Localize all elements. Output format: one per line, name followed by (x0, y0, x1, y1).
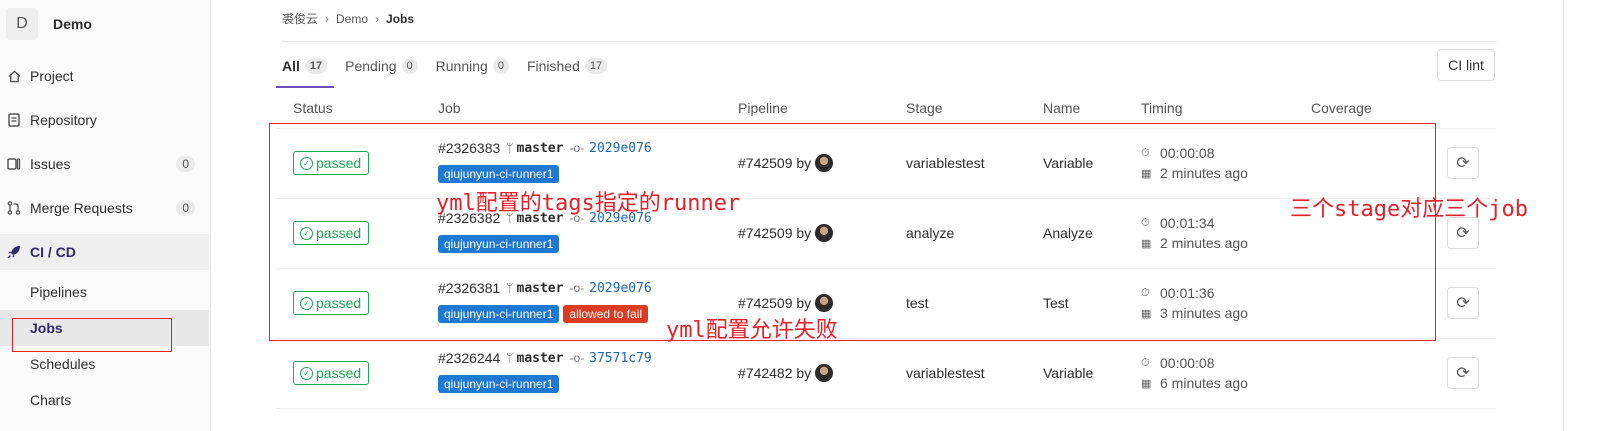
breadcrumb: 裘俊云 › Demo › Jobs (282, 10, 414, 27)
job-info: #2326244 ᛘ master -o- 37571c79 (438, 350, 652, 366)
calendar-icon: ▦ (1141, 377, 1152, 390)
job-id-link[interactable]: #2326244 (438, 350, 500, 366)
chevron-right-icon: › (325, 11, 330, 26)
column-header-job: Job (438, 100, 461, 116)
project-header[interactable]: D Demo (6, 6, 92, 42)
tab-running[interactable]: Running 0 (436, 48, 509, 84)
sidebar-item-project[interactable]: Project (0, 58, 209, 94)
commit-icon: -o- (569, 351, 585, 365)
stopwatch-icon: ⏱ (1141, 356, 1150, 369)
runner-tag: qiujunyun-ci-runner1 (438, 375, 560, 393)
project-avatar: D (6, 8, 38, 40)
row-divider (276, 408, 1496, 409)
job-timing: ⏱ 00:00:08 ▦ 6 minutes ago (1141, 353, 1248, 393)
annotation-box-jobs-nav (12, 318, 172, 352)
home-icon (7, 69, 21, 83)
ci-lint-button[interactable]: CI lint (1437, 49, 1495, 81)
branch-icon: ᛘ (506, 351, 514, 365)
annotation-tags-runner: yml配置的tags指定的runner (436, 191, 741, 216)
status-badge[interactable]: ✓ passed (293, 361, 369, 385)
table-header: Status Job Pipeline Stage Name Timing Co… (0, 100, 1605, 118)
column-header-timing: Timing (1141, 100, 1183, 116)
annotation-allow-fail: yml配置允许失败 (666, 318, 838, 343)
job-tags: qiujunyun-ci-runner1 (438, 375, 560, 393)
retry-icon: ⟳ (1456, 295, 1470, 312)
tab-label: Pending (345, 58, 397, 74)
pipeline-link[interactable]: #742482 by (738, 365, 811, 381)
divider (282, 41, 1497, 42)
tab-label: Running (435, 58, 488, 74)
retry-icon: ⟳ (1456, 365, 1470, 382)
pipeline-info: #742482 by (738, 364, 834, 382)
breadcrumb-item[interactable]: Demo (336, 12, 368, 26)
tab-count-badge: 17 (304, 58, 328, 74)
commit-sha-link[interactable]: 37571c79 (589, 351, 652, 366)
divider (1563, 0, 1564, 431)
status-label: passed (316, 365, 362, 381)
retry-icon: ⟳ (1456, 155, 1470, 172)
project-name: Demo (53, 16, 92, 32)
retry-icon: ⟳ (1456, 225, 1470, 242)
tab-pending[interactable]: Pending 0 (345, 48, 418, 84)
active-tab-indicator (276, 86, 334, 88)
retry-button[interactable]: ⟳ (1447, 287, 1479, 319)
table-row: ✓ passed #2326244 ᛘ master -o- 37571c79 q… (0, 339, 1605, 408)
breadcrumb-current[interactable]: Jobs (386, 12, 414, 26)
breadcrumb-item[interactable]: 裘俊云 (282, 10, 318, 27)
column-header-stage: Stage (906, 100, 943, 116)
tab-all[interactable]: All 17 (282, 48, 328, 84)
job-duration: 00:00:08 (1160, 355, 1215, 371)
retry-button[interactable]: ⟳ (1447, 357, 1479, 389)
tab-count-badge: 17 (584, 58, 608, 74)
tab-label: Finished (526, 58, 580, 74)
chevron-right-icon: › (375, 11, 380, 26)
sidebar-item-label: Project (30, 68, 74, 84)
tab-label: All (282, 58, 300, 74)
column-header-coverage: Coverage (1311, 100, 1372, 116)
job-name: Variable (1043, 365, 1094, 381)
column-header-pipeline: Pipeline (738, 100, 788, 116)
column-header-status: Status (293, 100, 333, 116)
retry-button[interactable]: ⟳ (1447, 147, 1479, 179)
tab-count-badge: 0 (492, 58, 509, 74)
user-avatar[interactable] (815, 364, 834, 382)
job-stage: variablestest (906, 365, 985, 381)
branch-link[interactable]: master (517, 351, 564, 366)
tab-count-badge: 0 (401, 58, 418, 74)
annotation-three-stage: 三个stage对应三个job (1290, 197, 1528, 222)
check-circle-icon: ✓ (300, 366, 313, 380)
tab-finished[interactable]: Finished 17 (526, 48, 608, 84)
job-scope-tabs: All 17 Pending 0 Running 0 Finished 17 (282, 48, 625, 84)
column-header-name: Name (1043, 100, 1081, 116)
job-finished-time: 6 minutes ago (1160, 375, 1248, 391)
annotation-box-three-jobs (269, 123, 1436, 341)
